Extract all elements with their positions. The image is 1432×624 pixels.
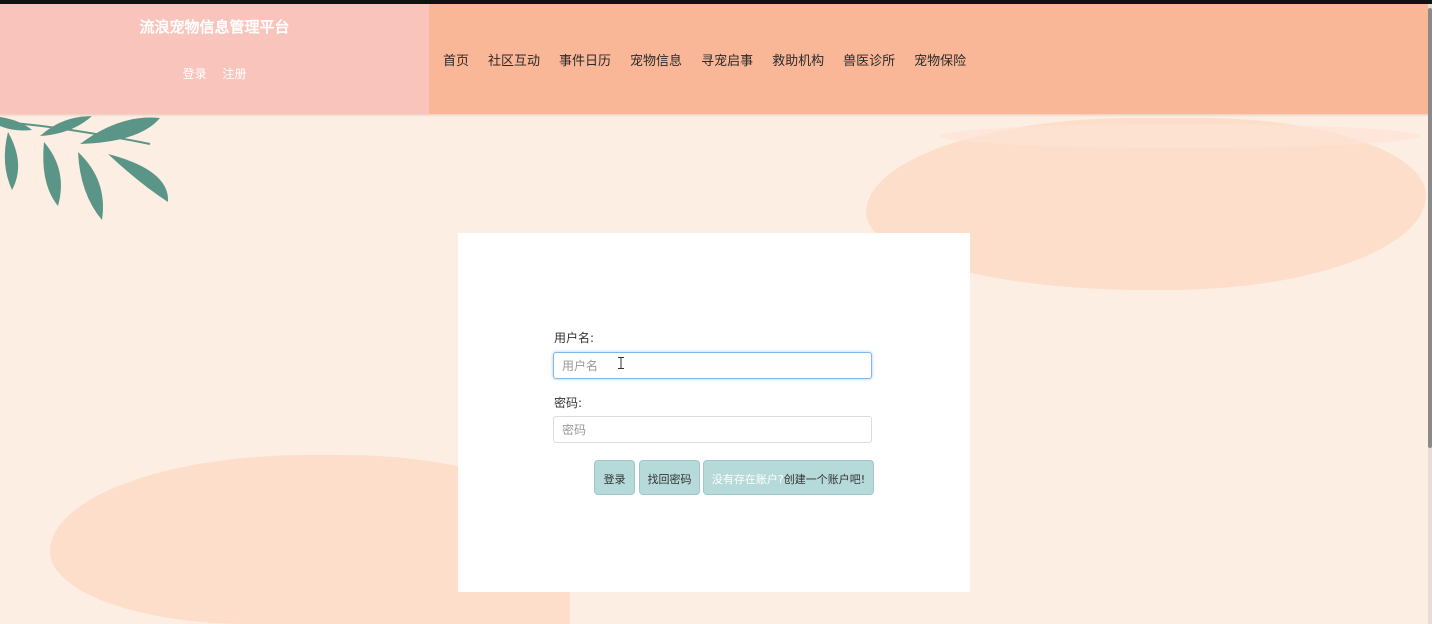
header-shadow xyxy=(0,114,1428,117)
create-account-button[interactable]: 没有存在账户?创建一个账户吧! xyxy=(703,460,874,495)
nav-item-community[interactable]: 社区互动 xyxy=(488,50,540,69)
nav-item-home[interactable]: 首页 xyxy=(443,50,469,69)
nav-item-pet-insurance[interactable]: 宠物保险 xyxy=(914,50,966,69)
brush-stroke-decoration xyxy=(940,124,1420,148)
auth-links: 登录 注册 xyxy=(0,65,429,82)
nav-item-pet-info[interactable]: 宠物信息 xyxy=(630,50,682,69)
login-card: 用户名: 密码: 登录 找回密码 没有存在账户?创建一个账户吧! xyxy=(458,233,970,592)
login-button[interactable]: 登录 xyxy=(594,460,635,495)
leaf-branch-decoration xyxy=(0,114,180,229)
create-account-prompt: 没有存在账户? xyxy=(711,473,784,486)
nav-item-rescue-organizations[interactable]: 救助机构 xyxy=(772,50,824,69)
password-label: 密码: xyxy=(554,396,583,410)
brand-panel: 流浪宠物信息管理平台 登录 注册 xyxy=(0,4,429,114)
scrollbar-thumb[interactable] xyxy=(1428,8,1432,448)
nav-item-lost-pet-notices[interactable]: 寻宠启事 xyxy=(701,50,753,69)
site-title: 流浪宠物信息管理平台 xyxy=(139,18,290,36)
site-header: 流浪宠物信息管理平台 登录 注册 首页 社区互动 事件日历 宠物信息 寻宠启事 … xyxy=(0,4,1428,114)
nav-item-vet-clinics[interactable]: 兽医诊所 xyxy=(843,50,895,69)
text-cursor-icon xyxy=(618,357,624,369)
create-account-action: 创建一个账户吧! xyxy=(783,473,866,486)
username-label: 用户名: xyxy=(554,331,595,345)
password-input[interactable] xyxy=(553,416,872,443)
nav-item-event-calendar[interactable]: 事件日历 xyxy=(559,50,611,69)
username-input[interactable] xyxy=(553,352,872,379)
header-register-link[interactable]: 注册 xyxy=(222,67,246,81)
recover-password-button[interactable]: 找回密码 xyxy=(639,460,700,495)
header-login-link[interactable]: 登录 xyxy=(183,67,207,81)
main-nav: 首页 社区互动 事件日历 宠物信息 寻宠启事 救助机构 兽医诊所 宠物保险 xyxy=(429,4,1428,114)
